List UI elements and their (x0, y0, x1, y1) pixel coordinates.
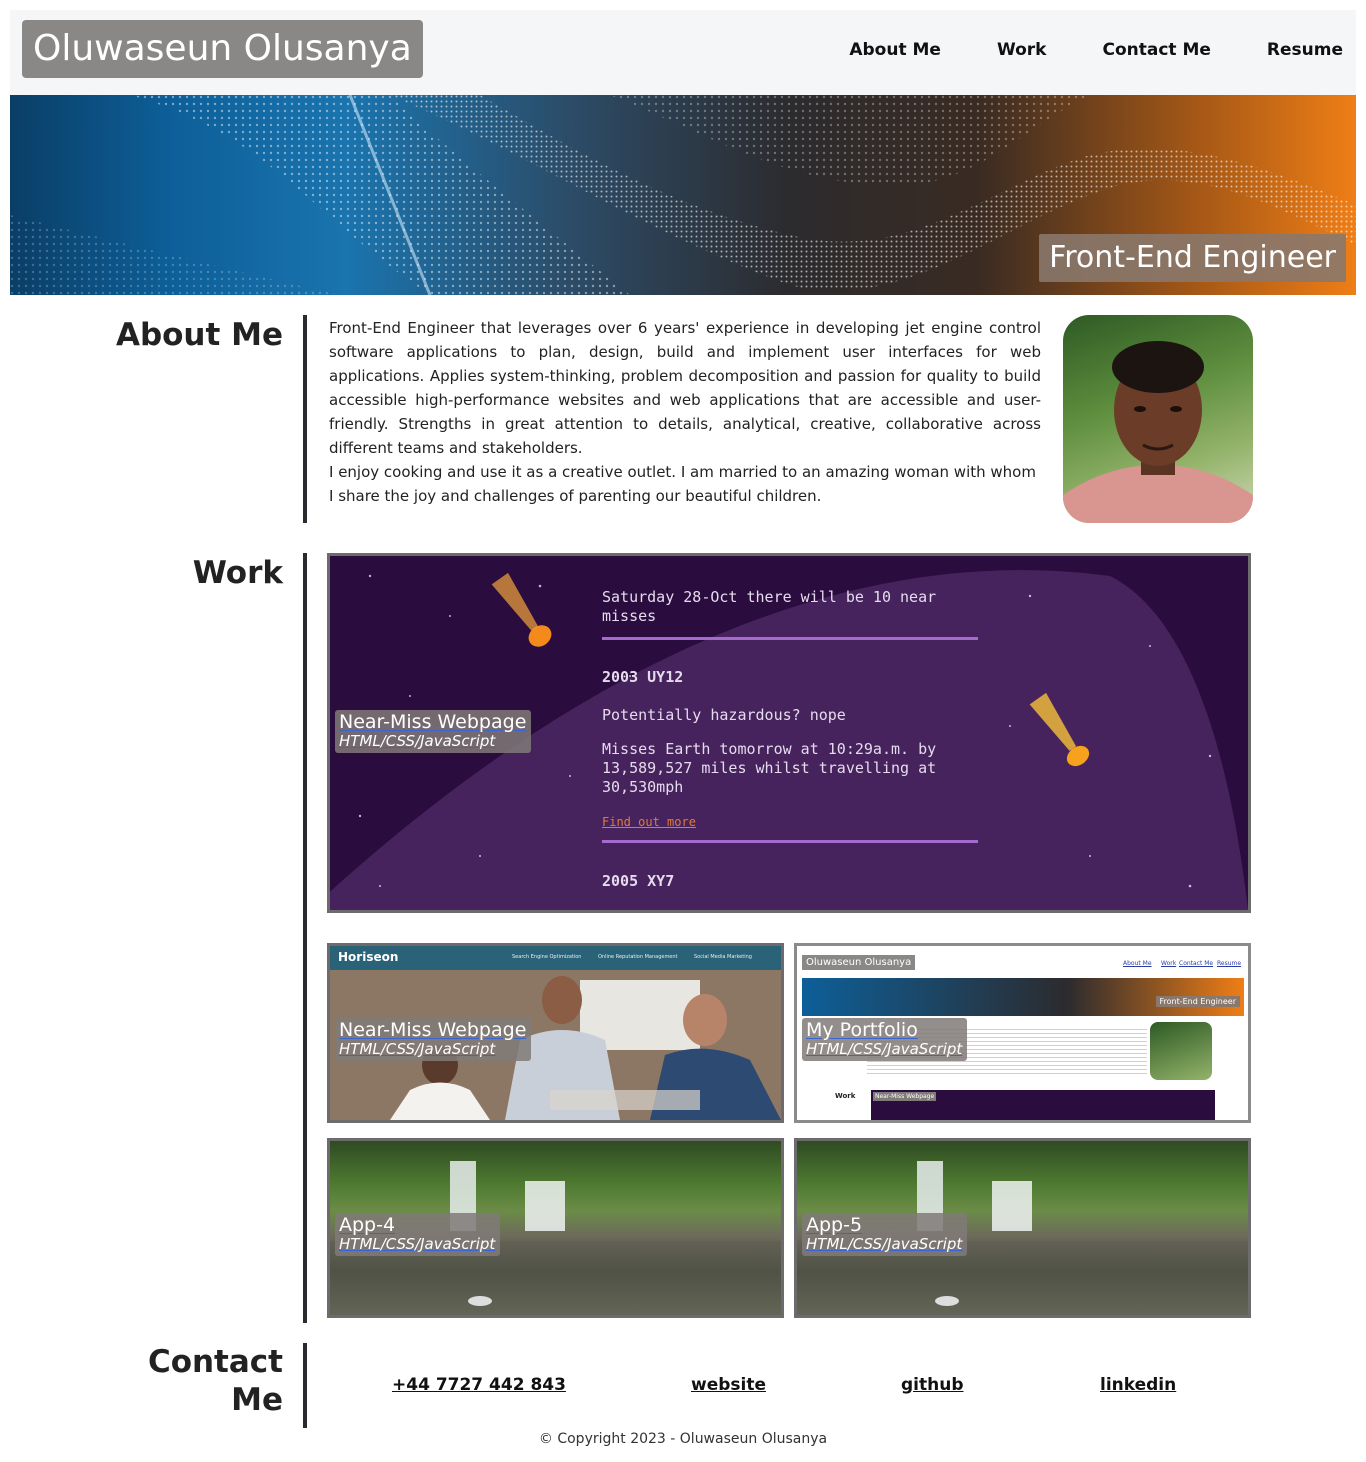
work-card-title[interactable]: Near-Miss Webpage (339, 1021, 526, 1040)
shot-portfolio-nav-1: About Me (1123, 960, 1152, 967)
work-card-3[interactable]: App-4 HTML/CSS/JavaScript (327, 1138, 784, 1318)
shot-hazard: Potentially hazardous? nope (602, 706, 846, 724)
shot-horiseon-nav-3: Social Media Marketing (694, 954, 752, 960)
work-card-2-label: My Portfolio HTML/CSS/JavaScript (802, 1018, 968, 1061)
contact-phone-link[interactable]: +44 7727 442 843 (392, 1375, 566, 1395)
shot-portfolio-nav-3: Contact Me (1179, 960, 1214, 967)
profile-photo-art (1063, 341, 1253, 523)
shot-rule-1 (602, 637, 978, 640)
work-card-1[interactable]: Horiseon Search Engine Optimization Onli… (327, 943, 784, 1123)
work-card-tech: HTML/CSS/JavaScript (339, 732, 496, 750)
work-card-tech: HTML/CSS/JavaScript (339, 1040, 496, 1058)
work-card-featured-label: Near-Miss Webpage HTML/CSS/JavaScript (335, 710, 532, 753)
shot-detail: Misses Earth tomorrow at 10:29a.m. by 13… (602, 740, 937, 796)
contact-linkedin-link[interactable]: linkedin (1100, 1375, 1176, 1395)
work-heading: Work (192, 555, 283, 591)
hero-title-badge: Front-End Engineer (1039, 234, 1346, 282)
work-card-tech: HTML/CSS/JavaScript (339, 1235, 496, 1253)
work-card-title[interactable]: App-4 (339, 1216, 495, 1235)
about-divider (303, 315, 307, 523)
about-paragraph-2: I enjoy cooking and use it as a creative… (329, 463, 1036, 505)
work-card-title[interactable]: Near-Miss Webpage (339, 713, 526, 732)
shot-portfolio-card-title: Near-Miss Webpage (873, 1092, 937, 1101)
contact-website-link[interactable]: website (691, 1375, 766, 1395)
about-paragraph-1: Front-End Engineer that leverages over 6… (329, 319, 1041, 457)
work-card-3-label: App-4 HTML/CSS/JavaScript (335, 1213, 501, 1256)
shot-portfolio-nav-4: Resume (1217, 960, 1242, 967)
site-header: Oluwaseun Olusanya About Me Work Contact… (10, 10, 1356, 95)
shot-find-out-more: Find out more (602, 815, 696, 829)
hero-banner: Front-End Engineer (10, 95, 1356, 295)
work-card-featured[interactable]: Saturday 28-Oct there will be 10 near mi… (327, 553, 1251, 913)
work-card-1-label: Near-Miss Webpage HTML/CSS/JavaScript (335, 1018, 532, 1061)
shot-rule-2 (602, 840, 978, 843)
shot-portfolio-work: Work (835, 1092, 856, 1100)
nav-work[interactable]: Work (997, 40, 1047, 60)
shot-portfolio-cards: Near-Miss Webpage (871, 1090, 1215, 1120)
footer-copyright: © Copyright 2023 - Oluwaseun Olusanya (538, 1431, 828, 1447)
work-card-4-label: App-5 HTML/CSS/JavaScript (802, 1213, 968, 1256)
meteor-left (491, 572, 552, 647)
work-card-tech: HTML/CSS/JavaScript (806, 1235, 963, 1253)
work-card-title[interactable]: App-5 (806, 1216, 962, 1235)
work-card-2[interactable]: Oluwaseun Olusanya About Me Work Contact… (794, 943, 1251, 1123)
nav-resume[interactable]: Resume (1267, 40, 1343, 60)
work-card-4[interactable]: App-5 HTML/CSS/JavaScript (794, 1138, 1251, 1318)
shot-headline: Saturday 28-Oct there will be 10 near mi… (602, 588, 937, 625)
work-card-title[interactable]: My Portfolio (806, 1021, 962, 1040)
nav-contact-me[interactable]: Contact Me (1102, 40, 1210, 60)
contact-divider (303, 1343, 307, 1428)
shot-portfolio-brand: Oluwaseun Olusanya (802, 955, 916, 970)
profile-photo (1063, 315, 1253, 523)
shot-horiseon-nav-2: Online Reputation Management (598, 954, 678, 960)
about-heading: About Me (115, 317, 283, 353)
shot-portfolio-avatar (1150, 1022, 1212, 1080)
contact-heading: Contact Me (100, 1343, 283, 1419)
work-divider (303, 553, 307, 1323)
shot-asteroid-1: 2003 UY12 (602, 668, 684, 686)
contact-github-link[interactable]: github (901, 1375, 964, 1395)
about-text: Front-End Engineer that leverages over 6… (329, 316, 1041, 508)
shot-horiseon-nav-1: Search Engine Optimization (512, 954, 582, 960)
shot-portfolio-hero: Front-End Engineer (802, 978, 1244, 1016)
site-name[interactable]: Oluwaseun Olusanya (22, 20, 423, 78)
contact-heading-line-2: Me (231, 1382, 283, 1418)
nav-about-me[interactable]: About Me (849, 40, 941, 60)
main-nav: About Me Work Contact Me Resume (793, 40, 1356, 60)
shot-portfolio-badge: Front-End Engineer (1155, 996, 1240, 1007)
work-card-tech: HTML/CSS/JavaScript (806, 1040, 963, 1058)
shot-horiseon-brand: Horiseon (338, 950, 399, 964)
shot-horiseon-header: Horiseon Search Engine Optimization Onli… (330, 946, 781, 970)
contact-heading-line-1: Contact (147, 1344, 283, 1380)
shot-portfolio-nav-2: Work (1161, 960, 1177, 967)
shot-asteroid-2: 2005 XY7 (602, 872, 675, 890)
